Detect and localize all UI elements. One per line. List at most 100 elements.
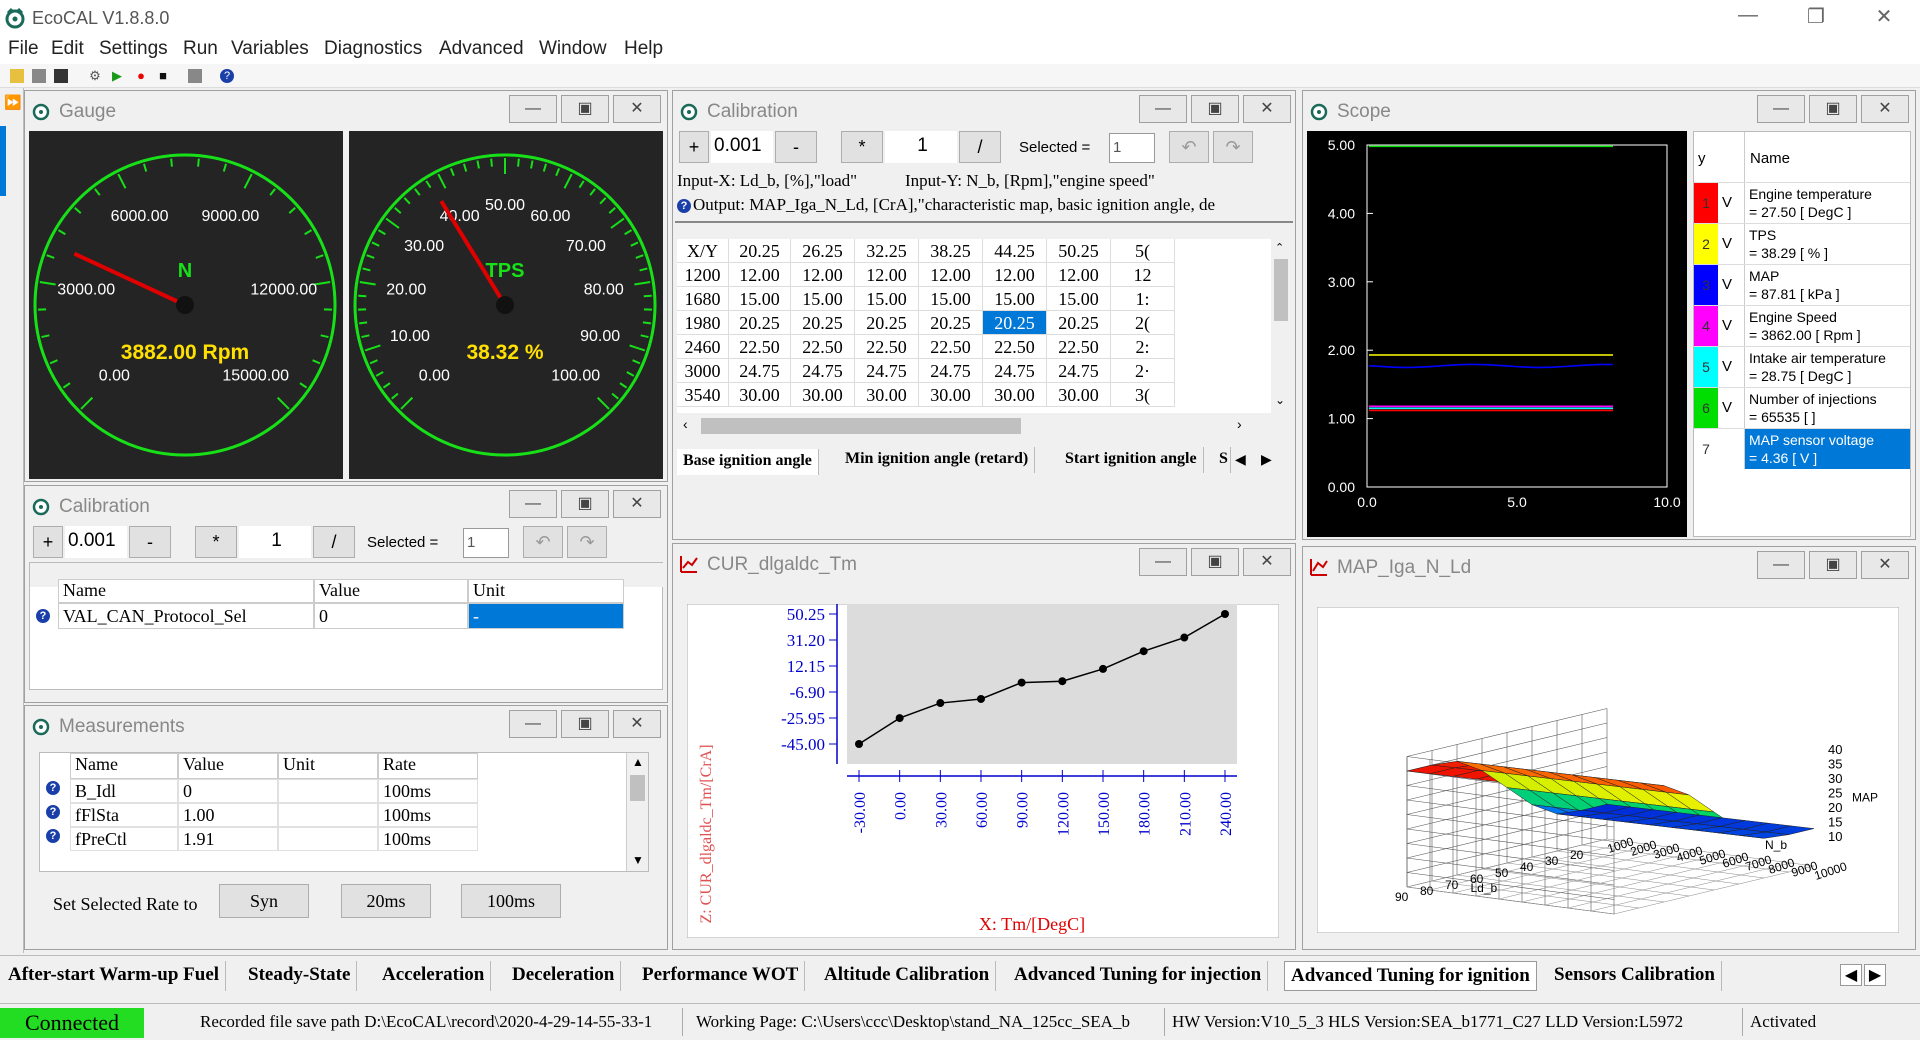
scroll-left-icon[interactable]: ‹ <box>683 416 688 432</box>
tab-base-ignition-angle[interactable]: Base ignition angle <box>677 449 819 475</box>
map-y-header[interactable]: 1200 <box>677 263 729 287</box>
map-value-cell[interactable]: 24.75 <box>919 359 983 383</box>
expand-dock-icon[interactable]: ⏩ <box>4 94 21 111</box>
map-value-cell[interactable]: 2: <box>1111 335 1175 359</box>
signal-color-swatch[interactable]: 1 <box>1694 183 1718 223</box>
tabs-scroll-right-icon[interactable]: ▶ <box>1864 964 1886 986</box>
measurements-restore-button[interactable]: ▣ <box>561 710 609 738</box>
tab-overflow[interactable]: S <box>1217 447 1231 473</box>
map-value-cell[interactable]: 15.00 <box>983 287 1047 311</box>
signal-color-swatch[interactable]: 6 <box>1694 388 1718 428</box>
tab-sensors-calibration[interactable]: Sensors Calibration <box>1548 961 1722 991</box>
measurements-close-button[interactable]: ✕ <box>613 710 661 738</box>
calibration-map-close-button[interactable]: ✕ <box>1243 95 1291 123</box>
map-hscrollbar[interactable]: ‹ › <box>677 415 1271 437</box>
restore-window-button[interactable]: ❐ <box>1796 4 1836 29</box>
map-value-cell[interactable]: 3( <box>1111 383 1175 407</box>
rate-100ms-button[interactable]: 100ms <box>461 884 561 918</box>
column-header-unit[interactable]: Unit <box>278 753 378 779</box>
minimize-window-button[interactable]: — <box>1728 4 1768 27</box>
tab-scroll-right-icon[interactable]: ▶ <box>1261 451 1272 468</box>
tab-performance-wot[interactable]: Performance WOT <box>636 961 806 991</box>
measurement-name-cell[interactable]: fPreCtl <box>70 827 178 851</box>
close-window-button[interactable]: ✕ <box>1864 4 1904 29</box>
scope-signal-row[interactable]: 2 V TPS = 38.29 [ % ] <box>1694 223 1910 264</box>
calibration-scalar-close-button[interactable]: ✕ <box>613 490 661 518</box>
map-value-cell[interactable]: 15.00 <box>855 287 919 311</box>
tab-start-ignition-angle[interactable]: Start ignition angle <box>1059 447 1204 473</box>
map-value-cell[interactable]: 12.00 <box>729 263 791 287</box>
map3d-minimize-button[interactable]: — <box>1757 551 1805 579</box>
map-value-cell[interactable]: 20.25 <box>983 311 1047 335</box>
map-value-cell[interactable]: 30.00 <box>1047 383 1111 407</box>
scroll-down-icon[interactable]: ⌄ <box>1275 393 1285 407</box>
map-corner-cell[interactable]: X/Y <box>677 239 729 263</box>
map-y-header[interactable]: 3540 <box>677 383 729 407</box>
column-header-name[interactable]: Name <box>70 753 178 779</box>
map-value-cell[interactable]: 20.25 <box>1047 311 1111 335</box>
map-y-header[interactable]: 3000 <box>677 359 729 383</box>
row-name-cell[interactable]: VAL_CAN_Protocol_Sel <box>58 603 314 629</box>
map-value-cell[interactable]: 24.75 <box>729 359 791 383</box>
menu-run[interactable]: Run <box>183 38 218 60</box>
measurement-unit-cell[interactable] <box>278 779 378 803</box>
save-icon[interactable] <box>32 69 46 83</box>
menu-file[interactable]: File <box>8 38 39 60</box>
map-y-header[interactable]: 1980 <box>677 311 729 335</box>
map-value-cell[interactable]: 22.50 <box>791 335 855 359</box>
map-x-header[interactable]: 26.25 <box>791 239 855 263</box>
map-vscrollbar[interactable]: ⌃ ⌄ <box>1271 239 1291 411</box>
measurement-value-cell[interactable]: 1.91 <box>178 827 278 851</box>
gauge-minimize-button[interactable]: — <box>509 95 557 123</box>
redo-icon[interactable]: ↷ <box>1213 131 1253 163</box>
step-input[interactable]: 0.001 <box>65 526 127 558</box>
signal-color-swatch[interactable]: 5 <box>1694 347 1718 387</box>
map3d-restore-button[interactable]: ▣ <box>1809 551 1857 579</box>
map-value-cell[interactable]: 30.00 <box>729 383 791 407</box>
tab-scroll-left-icon[interactable]: ◀ <box>1235 451 1246 468</box>
rate-20ms-button[interactable]: 20ms <box>341 884 431 918</box>
column-header-unit[interactable]: Unit <box>468 579 624 603</box>
measurement-unit-cell[interactable] <box>278 803 378 827</box>
curve-minimize-button[interactable]: — <box>1139 548 1187 576</box>
open-folder-icon[interactable] <box>10 69 24 83</box>
scope-signal-row[interactable]: 6 V Number of injections = 65535 [ ] <box>1694 387 1910 428</box>
map-value-cell[interactable]: 12 <box>1111 263 1175 287</box>
map-value-cell[interactable]: 30.00 <box>855 383 919 407</box>
undo-icon[interactable]: ↶ <box>523 526 563 558</box>
measurement-name-cell[interactable]: fFlSta <box>70 803 178 827</box>
scope-signal-row[interactable]: 7 MAP sensor voltage = 4.36 [ V ] <box>1694 428 1910 469</box>
measurement-name-cell[interactable]: B_Idl <box>70 779 178 803</box>
map-y-header[interactable]: 2460 <box>677 335 729 359</box>
map-value-cell[interactable]: 20.25 <box>919 311 983 335</box>
measurements-scrollbar[interactable]: ▲ ▼ <box>626 753 648 871</box>
scroll-down-icon[interactable]: ▼ <box>632 853 644 867</box>
map-x-header[interactable]: 32.25 <box>855 239 919 263</box>
map-value-cell[interactable]: 15.00 <box>729 287 791 311</box>
map-value-cell[interactable]: 22.50 <box>983 335 1047 359</box>
run-icon[interactable]: ▶ <box>110 69 124 83</box>
column-header-name[interactable]: Name <box>58 579 314 603</box>
map-value-cell[interactable]: 12.00 <box>791 263 855 287</box>
map-value-cell[interactable]: 2( <box>1111 311 1175 335</box>
menu-help[interactable]: Help <box>624 38 663 60</box>
grid-icon[interactable] <box>188 69 202 83</box>
map-value-cell[interactable]: 30.00 <box>919 383 983 407</box>
map-value-cell[interactable]: 15.00 <box>1047 287 1111 311</box>
decrement-button[interactable]: - <box>775 131 817 163</box>
map-value-cell[interactable]: 24.75 <box>855 359 919 383</box>
tab-advanced-tuning-injection[interactable]: Advanced Tuning for injection <box>1008 961 1269 991</box>
signal-color-swatch[interactable]: 2 <box>1694 224 1718 264</box>
menu-diagnostics[interactable]: Diagnostics <box>324 38 422 60</box>
scope-close-button[interactable]: ✕ <box>1861 95 1909 123</box>
column-header-value[interactable]: Value <box>178 753 278 779</box>
map-value-cell[interactable]: 2· <box>1111 359 1175 383</box>
map-value-cell[interactable]: 12.00 <box>1047 263 1111 287</box>
map-y-header[interactable]: 1680 <box>677 287 729 311</box>
map-value-cell[interactable]: 22.50 <box>855 335 919 359</box>
tabs-scroll-left-icon[interactable]: ◀ <box>1840 964 1862 986</box>
scope-minimize-button[interactable]: — <box>1757 95 1805 123</box>
scope-signal-row[interactable]: 3 V MAP = 87.81 [ kPa ] <box>1694 264 1910 305</box>
measurement-value-cell[interactable]: 1.00 <box>178 803 278 827</box>
signal-color-swatch[interactable]: 4 <box>1694 306 1718 346</box>
